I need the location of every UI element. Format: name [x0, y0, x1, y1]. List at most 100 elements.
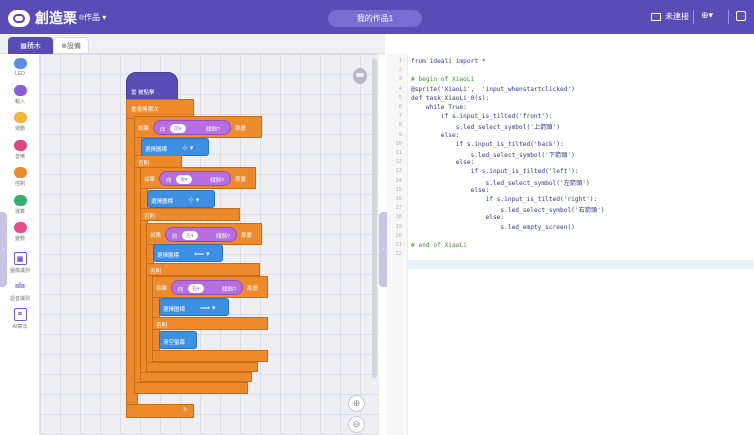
- code-line[interactable]: # begin of XiaoLi: [411, 76, 474, 83]
- code-line[interactable]: if s.input_is_tilted('back'):: [411, 141, 564, 148]
- tilt-condition-front[interactable]: 向 前 ▾ 傾斜?: [153, 120, 231, 135]
- variables-icon: [13, 222, 27, 233]
- category-music[interactable]: 音樂: [0, 140, 40, 166]
- app-logo[interactable]: 創造栗 ®: [8, 8, 84, 28]
- line-number: 14: [395, 177, 402, 184]
- line-number: 10: [395, 140, 402, 147]
- category-input[interactable]: 輸入: [0, 85, 40, 111]
- tab-blocks[interactable]: ▦ 積木: [8, 37, 53, 54]
- code-line[interactable]: s.led_select_symbol('下箭頭'): [411, 150, 575, 159]
- when-clicked-hat-block[interactable]: 當 被點擊: [126, 72, 178, 102]
- line-number: 11: [395, 150, 402, 156]
- select-icon-block-up[interactable]: 選擇圖標 ⊹ ▾: [141, 138, 209, 156]
- line-number: 12: [395, 159, 402, 166]
- tilt-condition-right[interactable]: 向 右 ▾ 傾斜?: [171, 280, 243, 295]
- line-number: 3: [398, 76, 402, 83]
- led-arrow-icon: ⊹ ▾: [188, 197, 200, 204]
- forever-block-footer: ↻: [126, 404, 194, 418]
- line-number: 8: [398, 122, 402, 129]
- sprite-icon[interactable]: [353, 68, 367, 84]
- connect-button[interactable]: 未連接: [651, 11, 689, 22]
- music-icon: [13, 140, 27, 151]
- line-number: 2: [398, 67, 402, 74]
- direction-dropdown[interactable]: 左 ▾: [182, 231, 198, 240]
- code-line[interactable]: s.led_select_symbol('右箭頭'): [411, 205, 604, 214]
- line-number: 6: [398, 104, 402, 110]
- code-line[interactable]: # end of XiaoLi: [411, 242, 467, 249]
- line-number: 16: [395, 196, 402, 202]
- line-number: 4: [398, 85, 402, 92]
- current-line-highlight: [408, 260, 754, 269]
- code-line[interactable]: if s.input_is_tilted('right'):: [411, 196, 598, 203]
- code-line[interactable]: if s.input_is_tilted('front'):: [411, 113, 553, 120]
- works-menu[interactable]: 作品 ▾: [84, 12, 106, 23]
- code-line[interactable]: else:: [411, 132, 460, 139]
- code-line[interactable]: s.led_select_symbol('上箭頭'): [411, 122, 560, 131]
- category-ai-algorithm[interactable]: ⌗ AI算法: [0, 308, 40, 334]
- if-block-footer: [134, 382, 248, 394]
- line-number: 5: [398, 94, 402, 101]
- if-block-left[interactable]: 如果 向 左 ▾ 傾斜? 那麼: [146, 223, 262, 245]
- globe-icon[interactable]: ⊕▾: [701, 10, 713, 21]
- line-number: 15: [395, 186, 402, 193]
- divider: [728, 10, 729, 24]
- project-name-field[interactable]: 我的作品1: [328, 10, 422, 27]
- tab-device[interactable]: ⊕ 設備: [53, 37, 89, 54]
- led-arrow-icon: ⟹ ▾: [200, 305, 216, 312]
- led-arrow-icon: ⊹ ▾: [182, 145, 194, 152]
- tilt-condition-left[interactable]: 向 左 ▾ 傾斜?: [165, 227, 237, 242]
- code-line[interactable]: s.led_select_symbol('左箭頭'): [411, 178, 590, 187]
- select-icon-block-down[interactable]: 選擇圖標 ⊹ ▾: [147, 190, 215, 208]
- code-line[interactable]: else:: [411, 159, 475, 166]
- brand-name: 創造栗: [35, 10, 77, 26]
- save-icon[interactable]: [736, 11, 746, 21]
- category-led[interactable]: LED: [0, 58, 40, 84]
- hat-block-label: 當 被點擊: [131, 90, 155, 96]
- direction-dropdown[interactable]: 前 ▾: [170, 124, 186, 133]
- workspace-scrollbar[interactable]: [372, 58, 377, 378]
- code-line[interactable]: else:: [411, 214, 505, 221]
- else-label-4: 否則: [152, 317, 268, 330]
- line-number: 21: [395, 242, 402, 248]
- line-number: 22: [395, 251, 402, 258]
- loop-arrow-icon: ↻: [183, 407, 188, 413]
- if-block-footer: [152, 350, 268, 362]
- line-number: 19: [395, 223, 402, 230]
- else-label-3: 否則: [146, 263, 260, 276]
- select-icon-block-right[interactable]: 選擇圖標 ⟹ ▾: [159, 298, 229, 316]
- if-block-right[interactable]: 如果 向 右 ▾ 傾斜? 那麼: [152, 276, 268, 298]
- code-line[interactable]: while True:: [411, 104, 467, 111]
- direction-dropdown[interactable]: 後 ▾: [176, 175, 192, 184]
- control-icon: [13, 167, 27, 178]
- code-line[interactable]: s.led_empty_screen(): [411, 224, 575, 231]
- else-label-2: 否則: [140, 208, 240, 221]
- line-number: 7: [398, 113, 402, 120]
- line-number: 13: [395, 168, 402, 175]
- code-line[interactable]: else:: [411, 187, 490, 194]
- if-block-back[interactable]: 如果 向 後 ▾ 傾斜? 那麼: [140, 167, 256, 189]
- clear-screen-block[interactable]: 清空螢幕: [159, 331, 197, 349]
- top-bar: 創造栗 ® 作品 ▾ 我的作品1 未連接 ⊕▾: [0, 0, 754, 34]
- operators-icon: [13, 195, 27, 206]
- tilt-condition-back[interactable]: 向 後 ▾ 傾斜?: [159, 171, 231, 186]
- zoom-in-icon[interactable]: ⊕: [348, 395, 365, 412]
- logo-icon: [8, 9, 30, 27]
- select-icon-block-left[interactable]: 選擇圖標 ⟸ ▾: [153, 244, 223, 262]
- if-block-footer: [146, 362, 258, 372]
- zoom-out-icon[interactable]: ⊖: [348, 416, 365, 433]
- code-line[interactable]: @sprite('XiaoLi', 'input_whenstartclicke…: [411, 86, 575, 93]
- if-block-front[interactable]: 如果 向 前 ▾ 傾斜? 那麼: [134, 116, 262, 138]
- category-motion[interactable]: 運動: [0, 112, 40, 138]
- line-number: 17: [395, 205, 402, 212]
- line-number: 1: [398, 58, 402, 64]
- direction-dropdown[interactable]: 右 ▾: [188, 284, 204, 293]
- divider: [693, 10, 694, 24]
- category-control[interactable]: 控制: [0, 167, 40, 193]
- code-line[interactable]: def task_XiaoLi_0(s):: [411, 95, 489, 102]
- code-line[interactable]: from ideali import *: [411, 58, 486, 65]
- device-icon: [651, 12, 661, 21]
- code-line[interactable]: if s.input_is_tilted('left'):: [411, 168, 579, 175]
- line-number: 18: [395, 214, 402, 221]
- collapse-palette-handle[interactable]: ›: [0, 212, 7, 287]
- ai-algorithm-icon: ⌗: [13, 308, 27, 321]
